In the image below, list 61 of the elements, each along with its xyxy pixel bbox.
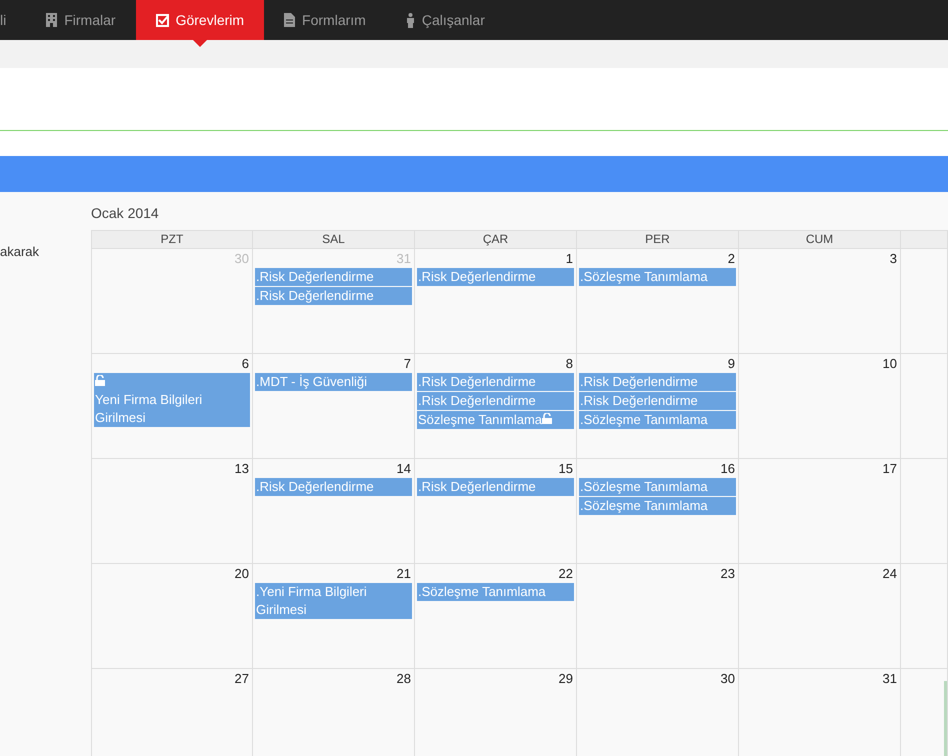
day-number: 15 xyxy=(558,461,574,477)
nav-tab[interactable]: Firmalar xyxy=(26,0,136,40)
weekday-header: PER xyxy=(577,230,739,249)
calendar-event[interactable]: .Sözleşme Tanımlama xyxy=(579,497,736,515)
checkbox-icon xyxy=(156,14,169,26)
calendar-event[interactable]: .Risk Değerlendirme xyxy=(255,268,412,286)
calendar-event[interactable]: .Risk Değerlendirme xyxy=(255,478,412,496)
day-number: 29 xyxy=(558,671,574,687)
day-number: 16 xyxy=(720,461,736,477)
calendar-event[interactable]: .Sözleşme Tanımlama xyxy=(579,478,736,496)
unlock-icon xyxy=(95,375,105,386)
day-number: 2 xyxy=(728,251,736,267)
day-number: 7 xyxy=(404,356,412,372)
calendar-event[interactable]: .Risk Değerlendirme xyxy=(579,373,736,391)
day-number: 28 xyxy=(396,671,412,687)
unlock-icon xyxy=(542,413,552,424)
weekday-header: ÇAR xyxy=(415,230,577,249)
weekday-header: CUM xyxy=(739,230,901,249)
calendar-event[interactable]: .Sözleşme Tanımlama xyxy=(579,268,736,286)
nav-tab[interactable]: li xyxy=(0,0,26,40)
day-number: 10 xyxy=(882,356,898,372)
day-number: 17 xyxy=(882,461,898,477)
day-number: 6 xyxy=(242,356,250,372)
calendar-event[interactable]: .Sözleşme Tanımlama xyxy=(417,583,574,601)
day-number: 24 xyxy=(882,566,898,582)
day-number: 22 xyxy=(558,566,574,582)
day-number: 20 xyxy=(234,566,250,582)
day-number: 14 xyxy=(396,461,412,477)
day-number: 30 xyxy=(720,671,736,687)
day-number: 9 xyxy=(728,356,736,372)
nav-tab[interactable]: Formlarım xyxy=(264,0,386,40)
day-number: 31 xyxy=(396,251,412,267)
nav-tab[interactable]: Çalışanlar xyxy=(386,0,505,40)
calendar-event[interactable]: .Sözleşme Tanımlama xyxy=(579,411,736,429)
calendar-event[interactable]: Yeni Firma Bilgileri Girilmesi xyxy=(94,373,250,427)
calendar-event[interactable]: .Risk Değerlendirme xyxy=(417,268,574,286)
day-number: 13 xyxy=(234,461,250,477)
day-number: 1 xyxy=(566,251,574,267)
day-number: 30 xyxy=(234,251,250,267)
calendar-event[interactable]: .Risk Değerlendirme xyxy=(417,392,574,410)
day-number: 21 xyxy=(396,566,412,582)
document-icon xyxy=(284,13,296,27)
building-icon xyxy=(46,13,58,27)
calendar-title: Ocak 2014 xyxy=(91,204,159,222)
calendar-event[interactable]: Sözleşme Tanımlama xyxy=(417,411,574,429)
day-number: 27 xyxy=(234,671,250,687)
calendar-event[interactable]: .Risk Değerlendirme xyxy=(255,287,412,305)
day-number: 23 xyxy=(720,566,736,582)
calendar-event[interactable]: .Yeni Firma Bilgileri Girilmesi xyxy=(255,583,412,619)
calendar-event[interactable]: .Risk Değerlendirme xyxy=(579,392,736,410)
calendar-event[interactable]: .Risk Değerlendirme xyxy=(417,478,574,496)
calendar-event[interactable]: .Risk Değerlendirme xyxy=(417,373,574,391)
side-text: akarak xyxy=(0,244,40,259)
weekday-header xyxy=(901,230,948,249)
weekday-header: PZT xyxy=(91,230,253,249)
weekday-header: SAL xyxy=(253,230,415,249)
person-icon xyxy=(406,12,415,28)
calendar-event[interactable]: .MDT - İş Güvenliği xyxy=(255,373,412,391)
day-number: 8 xyxy=(566,356,574,372)
day-number: 31 xyxy=(882,671,898,687)
day-number: 3 xyxy=(890,251,898,267)
